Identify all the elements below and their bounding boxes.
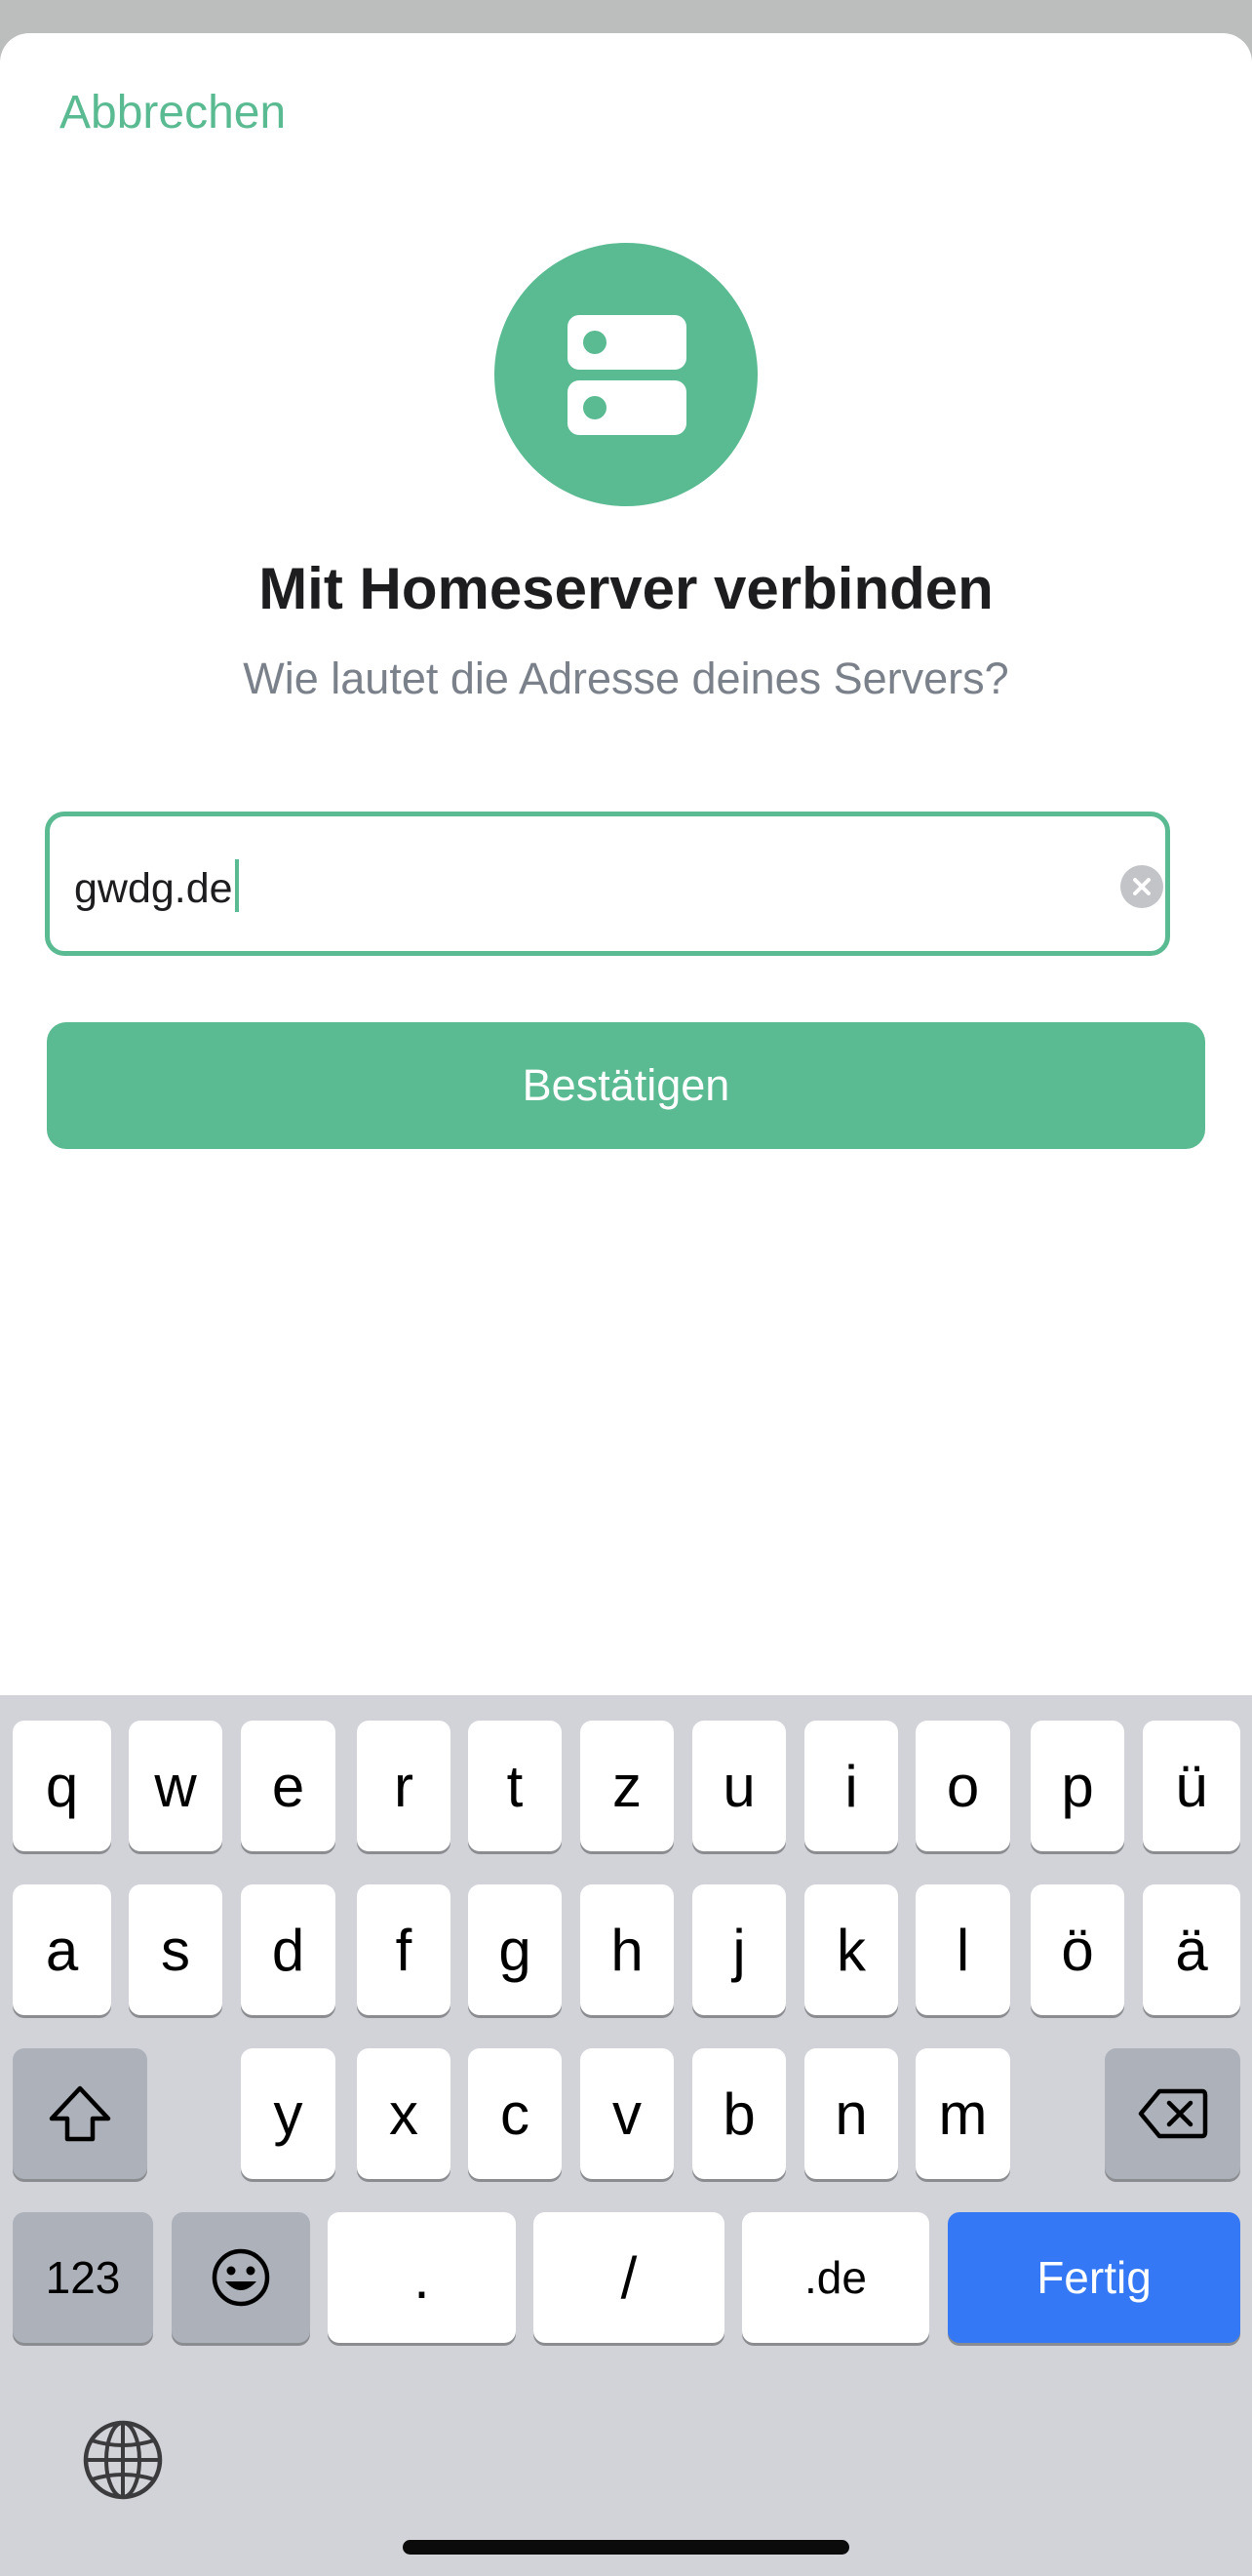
key-j[interactable]: j [692, 1884, 786, 2015]
domain-key[interactable]: .de [742, 2212, 929, 2343]
key-c[interactable]: c [468, 2048, 562, 2179]
key-oe[interactable]: ö [1031, 1884, 1124, 2015]
server-icon [494, 243, 758, 506]
key-p[interactable]: p [1031, 1721, 1124, 1851]
key-u[interactable]: u [692, 1721, 786, 1851]
backspace-key[interactable] [1105, 2048, 1240, 2179]
key-b[interactable]: b [692, 2048, 786, 2179]
key-g[interactable]: g [468, 1884, 562, 2015]
dot-key[interactable]: . [328, 2212, 516, 2343]
key-a[interactable]: a [13, 1884, 111, 2015]
key-k[interactable]: k [804, 1884, 898, 2015]
key-s[interactable]: s [129, 1884, 222, 2015]
key-t[interactable]: t [468, 1721, 562, 1851]
emoji-icon [212, 2248, 270, 2307]
key-v[interactable]: v [580, 2048, 674, 2179]
key-n[interactable]: n [804, 2048, 898, 2179]
text-caret [234, 859, 239, 912]
server-address-value[interactable]: gwdg.de [74, 859, 239, 913]
key-z[interactable]: z [580, 1721, 674, 1851]
key-q[interactable]: q [13, 1721, 111, 1851]
done-key[interactable]: Fertig [948, 2212, 1240, 2343]
page-subtitle: Wie lautet die Adresse deines Servers? [243, 654, 1009, 703]
slash-key[interactable]: / [533, 2212, 724, 2343]
key-o[interactable]: o [916, 1721, 1010, 1851]
key-h[interactable]: h [580, 1884, 674, 2015]
key-f[interactable]: f [357, 1884, 450, 2015]
emoji-key[interactable] [172, 2212, 310, 2343]
globe-icon[interactable] [82, 2419, 164, 2501]
backspace-icon [1138, 2088, 1207, 2139]
numbers-key[interactable]: 123 [13, 2212, 153, 2343]
cancel-button[interactable]: Abbrechen [59, 86, 286, 139]
key-m[interactable]: m [916, 2048, 1010, 2179]
key-x[interactable]: x [357, 2048, 450, 2179]
page-title: Mit Homeserver verbinden [258, 556, 994, 621]
server-address-text: gwdg.de [74, 865, 233, 912]
confirm-button[interactable]: Bestätigen [47, 1022, 1205, 1149]
key-y[interactable]: y [241, 2048, 335, 2179]
clear-icon[interactable] [1120, 865, 1163, 908]
server-address-field[interactable]: gwdg.de [45, 812, 1170, 956]
home-indicator [403, 2540, 849, 2555]
shift-icon [49, 2085, 111, 2142]
shift-key[interactable] [13, 2048, 147, 2179]
key-e[interactable]: e [241, 1721, 335, 1851]
key-r[interactable]: r [357, 1721, 450, 1851]
key-w[interactable]: w [129, 1721, 222, 1851]
key-d[interactable]: d [241, 1884, 335, 2015]
key-ue[interactable]: ü [1143, 1721, 1240, 1851]
key-i[interactable]: i [804, 1721, 898, 1851]
keyboard: q w e r t z u i o p ü a s d f g h j k l … [0, 1695, 1252, 2576]
key-ae[interactable]: ä [1143, 1884, 1240, 2015]
key-l[interactable]: l [916, 1884, 1010, 2015]
